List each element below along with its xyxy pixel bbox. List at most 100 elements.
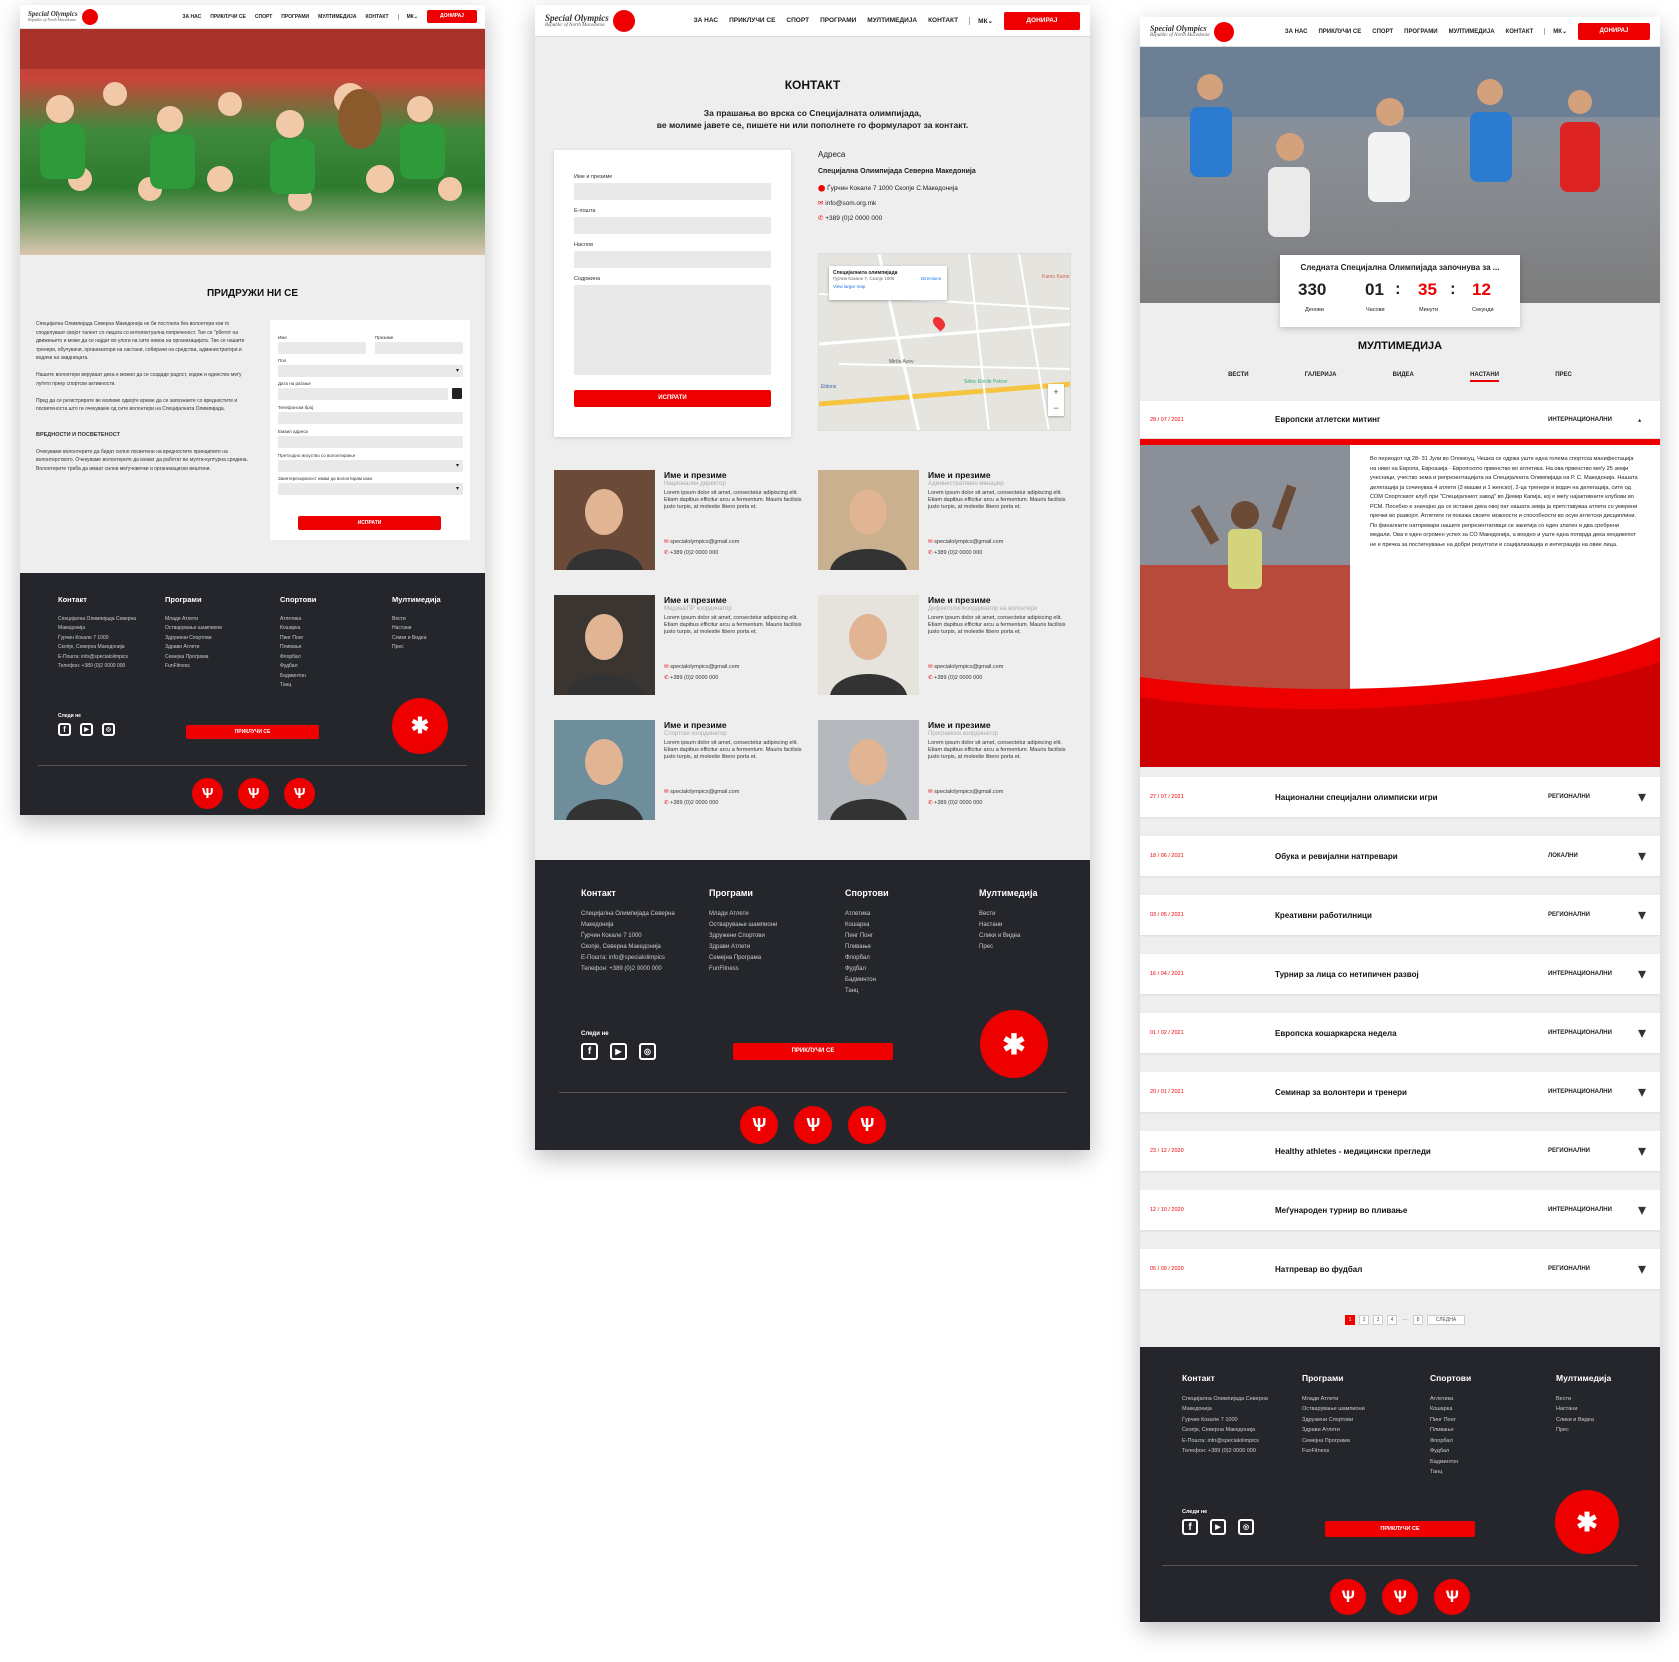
chevron-down-icon[interactable]: ▾ <box>1638 846 1660 866</box>
footer-link[interactable]: Слики и Видеа <box>1556 1415 1611 1426</box>
athlete-icon[interactable]: Ѱ <box>794 1106 832 1144</box>
zoom-in-icon[interactable]: + <box>1048 384 1064 400</box>
footer-link[interactable]: Флорбал <box>1430 1436 1471 1447</box>
calendar-icon[interactable] <box>452 388 462 399</box>
gender-select[interactable]: ▾ <box>278 365 463 377</box>
page-link[interactable]: 2 <box>1359 1315 1369 1325</box>
phone-input[interactable] <box>278 412 463 424</box>
footer-link[interactable]: Прес <box>979 942 1037 953</box>
footer-link[interactable]: Вести <box>392 615 441 625</box>
staff-email[interactable]: specialolympics@gmail.com <box>670 664 739 670</box>
footer-email[interactable]: Е-Пошта: info@specialolimpics <box>58 653 158 663</box>
experience-select[interactable]: ▾ <box>278 460 463 472</box>
youtube-icon[interactable]: ▶ <box>610 1043 627 1060</box>
first-name-input[interactable] <box>278 342 366 354</box>
facebook-icon[interactable]: f <box>58 723 71 736</box>
footer-link[interactable]: Фудбал <box>1430 1446 1471 1457</box>
footer-link[interactable]: Кошарка <box>845 920 889 931</box>
chevron-down-icon[interactable]: ▾ <box>1638 1200 1660 1220</box>
footer-link[interactable]: Настани <box>979 920 1037 931</box>
name-input[interactable] <box>574 183 771 200</box>
athlete-icon[interactable]: Ѱ <box>1330 1579 1366 1615</box>
footer-link[interactable]: Здружени Спортови <box>1302 1415 1365 1426</box>
logo[interactable]: Special Olympics Republic of North Macedo… <box>28 8 98 25</box>
donate-button[interactable]: ДОНИРАЈ <box>427 10 477 23</box>
chevron-down-icon[interactable]: ▾ <box>1638 964 1660 984</box>
footer-link[interactable]: Пинг Понг <box>1430 1415 1471 1426</box>
footer-email[interactable]: Е-Пошта: info@specialolimpics <box>1182 1436 1292 1447</box>
footer-link[interactable]: Фудбал <box>845 964 889 975</box>
athlete-icon[interactable]: Ѱ <box>1382 1579 1418 1615</box>
nav-sport[interactable]: СПОРТ <box>255 14 272 20</box>
staff-phone[interactable]: +389 (0)2 0000 000 <box>934 675 982 681</box>
event-row[interactable]: 18 / 06 / 2021 Обука и ревијални натпрев… <box>1140 836 1660 876</box>
footer-link[interactable]: Здрави Атлети <box>1302 1425 1365 1436</box>
footer-link[interactable]: Остварување шампиони <box>165 624 222 634</box>
tab-videos[interactable]: ВИДЕА <box>1393 372 1414 382</box>
footer-link[interactable]: Настани <box>1556 1404 1611 1415</box>
chevron-down-icon[interactable]: ▾ <box>1638 1023 1660 1043</box>
footer-link[interactable]: Семејна Програма <box>709 953 777 964</box>
nav-contact[interactable]: КОНТАКТ <box>928 17 958 24</box>
footer-link[interactable]: Атлетика <box>280 615 316 625</box>
page-link-active[interactable]: 1 <box>1345 1315 1355 1325</box>
chevron-down-icon[interactable]: ▾ <box>1638 1141 1660 1161</box>
youtube-icon[interactable]: ▶ <box>1210 1519 1226 1535</box>
chevron-down-icon[interactable]: ▾ <box>1638 1259 1660 1279</box>
content-textarea[interactable] <box>574 285 771 375</box>
footer-link[interactable]: FunFitness <box>165 662 222 672</box>
map[interactable]: Специјалната олимпијада Гурчин Кокале 7,… <box>818 253 1071 431</box>
footer-link[interactable]: Атлетика <box>845 909 889 920</box>
staff-email[interactable]: specialolympics@gmail.com <box>934 539 1003 545</box>
footer-link[interactable]: Млади Атлети <box>709 909 777 920</box>
staff-email[interactable]: specialolympics@gmail.com <box>934 664 1003 670</box>
athlete-icon[interactable]: Ѱ <box>284 778 315 809</box>
event-row[interactable]: 12 / 10 / 2020 Меѓународен турнир во пли… <box>1140 1190 1660 1230</box>
nav-about[interactable]: ЗА НАС <box>1285 29 1308 35</box>
donate-button[interactable]: ДОНИРАЈ <box>1578 23 1650 40</box>
staff-phone[interactable]: +389 (0)2 0000 000 <box>934 550 982 556</box>
staff-email[interactable]: specialolympics@gmail.com <box>670 789 739 795</box>
staff-phone[interactable]: +389 (0)2 0000 000 <box>670 550 718 556</box>
nav-about[interactable]: ЗА НАС <box>182 14 201 20</box>
nav-join[interactable]: ПРИКЛУЧИ СЕ <box>210 14 246 20</box>
athlete-icon[interactable]: Ѱ <box>740 1106 778 1144</box>
youtube-icon[interactable]: ▶ <box>80 723 93 736</box>
facebook-icon[interactable]: f <box>581 1043 598 1060</box>
event-row[interactable]: 05 / 09 / 2020 Натпревар во фудбал РЕГИО… <box>1140 1249 1660 1289</box>
language-select[interactable]: МК⌄ <box>397 13 418 20</box>
page-link[interactable]: 8 <box>1413 1315 1423 1325</box>
footer-link[interactable]: Слики и Видеа <box>392 634 441 644</box>
event-row-expanded[interactable]: 28 / 07 / 2021 Европски атлетски митинг … <box>1140 401 1660 438</box>
chevron-down-icon[interactable]: ▾ <box>1638 787 1660 807</box>
footer-link[interactable]: Флорбал <box>280 653 316 663</box>
language-select[interactable]: МК⌄ <box>969 16 993 25</box>
tab-news[interactable]: ВЕСТИ <box>1228 372 1249 382</box>
footer-link[interactable]: Остварување шампиони <box>709 920 777 931</box>
nav-programs[interactable]: ПРОГРАМИ <box>820 17 856 24</box>
footer-link[interactable]: Кошарка <box>280 624 316 634</box>
subject-input[interactable] <box>574 251 771 268</box>
instagram-icon[interactable]: ◎ <box>1238 1519 1254 1535</box>
next-page-button[interactable]: СЛЕДНА <box>1427 1315 1465 1325</box>
nav-programs[interactable]: ПРОГРАМИ <box>281 14 309 20</box>
event-row[interactable]: 16 / 04 / 2021 Турнир за лица со нетипич… <box>1140 954 1660 994</box>
staff-phone[interactable]: +389 (0)2 0000 000 <box>670 675 718 681</box>
footer-link[interactable]: FunFitness <box>709 964 777 975</box>
footer-link[interactable]: Здружени Спортови <box>165 634 222 644</box>
event-row[interactable]: 01 / 02 / 2021 Европска кошаркарска неде… <box>1140 1013 1660 1053</box>
interest-select[interactable]: ▾ <box>278 483 463 495</box>
map-larger-link[interactable]: View larger map <box>833 284 943 289</box>
map-directions-link[interactable]: Directions <box>921 276 941 281</box>
email-input[interactable] <box>278 436 463 448</box>
nav-programs[interactable]: ПРОГРАМИ <box>1404 29 1437 35</box>
footer-link[interactable]: Пинг Понг <box>845 931 889 942</box>
footer-link[interactable]: Здружени Спортови <box>709 931 777 942</box>
athlete-icon[interactable]: Ѱ <box>848 1106 886 1144</box>
footer-link[interactable]: Бадминтон <box>1430 1457 1471 1468</box>
instagram-icon[interactable]: ◎ <box>639 1043 656 1060</box>
email-input[interactable] <box>574 217 771 234</box>
nav-multimedia[interactable]: МУЛТИМЕДИЈА <box>1449 29 1495 35</box>
footer-link[interactable]: Здрави Атлети <box>709 942 777 953</box>
footer-link[interactable]: Семејна Програма <box>1302 1436 1365 1447</box>
